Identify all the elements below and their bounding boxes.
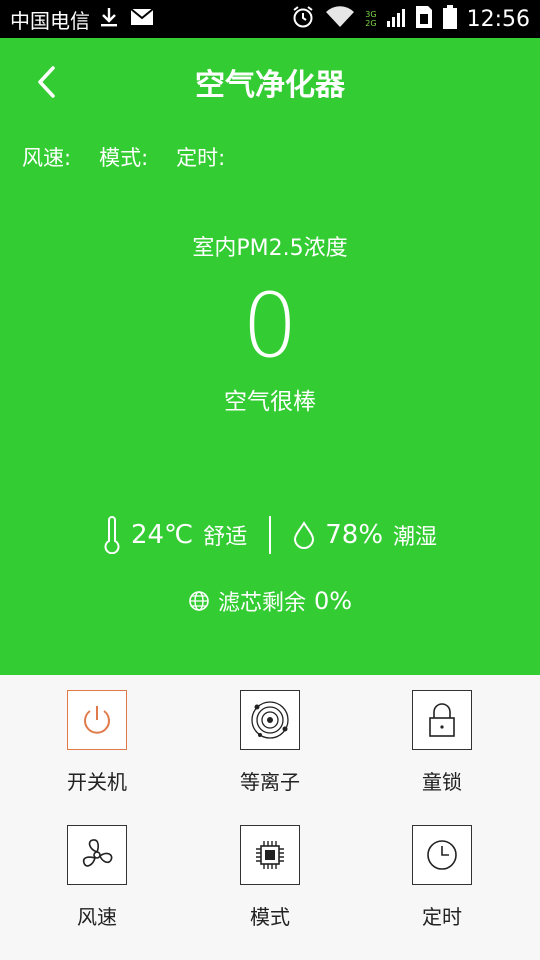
- control-grid: 开关机 等离子 童锁 风速 模式 定时: [0, 675, 540, 960]
- wifi-icon: [325, 6, 355, 32]
- pm-label: 室内PM2.5浓度: [192, 236, 348, 261]
- environment-row: 24℃ 舒适 78% 潮湿: [0, 516, 540, 554]
- clock-icon: [427, 840, 457, 870]
- power-icon: [84, 706, 110, 734]
- status-time: 12:56: [466, 6, 530, 32]
- ion-control[interactable]: 等离子: [200, 690, 340, 795]
- mode-label: 模式: [250, 905, 290, 929]
- timer-control[interactable]: 定时: [372, 825, 512, 930]
- alarm-icon: [291, 5, 315, 33]
- water-drop-icon: [294, 521, 315, 549]
- ion-icon: [251, 701, 289, 739]
- pm-value: 0: [242, 274, 298, 377]
- child-lock-label: 童锁: [422, 770, 462, 794]
- timer-label: 定时: [422, 905, 462, 929]
- timer-button[interactable]: [412, 825, 472, 885]
- power-control[interactable]: 开关机: [27, 690, 167, 795]
- temperature-item: 24℃ 舒适: [103, 516, 247, 554]
- wind-speed-label: 风速: [77, 905, 117, 929]
- power-button[interactable]: [67, 690, 127, 750]
- power-label: 开关机: [67, 770, 127, 794]
- status-bar: 中国电信 3G 2G 12:56: [0, 0, 540, 38]
- filter-label: 滤芯剩余: [217, 591, 306, 616]
- mode-button[interactable]: [240, 825, 300, 885]
- wind-speed-button[interactable]: [67, 825, 127, 885]
- fan-icon: [82, 839, 113, 867]
- timer-info: 定时:: [176, 146, 226, 170]
- wind-speed-control[interactable]: 风速: [27, 825, 167, 930]
- humidity-status: 潮湿: [393, 525, 438, 550]
- lock-icon: [429, 703, 455, 737]
- globe-icon: [189, 591, 209, 611]
- network-type: 3G 2G: [365, 10, 377, 28]
- ion-label: 等离子: [240, 770, 300, 794]
- sim-icon: [415, 5, 433, 33]
- chip-icon: [256, 841, 284, 869]
- carrier-name: 中国电信: [10, 8, 90, 33]
- ion-button[interactable]: [240, 690, 300, 750]
- page-title: 空气净化器: [195, 68, 345, 103]
- child-lock-control[interactable]: 童锁: [372, 690, 512, 795]
- mode-info: 模式:: [99, 146, 149, 170]
- humidity-item: 78% 潮湿: [293, 519, 437, 551]
- thermometer-icon: [104, 516, 120, 554]
- mode-control[interactable]: 模式: [200, 825, 340, 930]
- mail-icon: [130, 8, 154, 30]
- filter-row: 滤芯剩余 0%: [0, 585, 540, 617]
- child-lock-button[interactable]: [412, 690, 472, 750]
- filter-value: 0%: [313, 587, 353, 615]
- main-panel: 空气净化器 风速: 模式: 定时: 室内PM2.5浓度 0 空气很棒 24℃ 舒…: [0, 38, 540, 675]
- temperature-status: 舒适: [203, 525, 248, 550]
- env-divider: [269, 516, 272, 554]
- device-info-row: 风速: 模式: 定时:: [22, 142, 225, 172]
- temperature-value: 24℃: [130, 520, 194, 550]
- wind-speed-info: 风速:: [22, 146, 72, 170]
- download-icon: [100, 6, 118, 32]
- battery-icon: [442, 5, 457, 33]
- air-quality-status: 空气很棒: [224, 389, 316, 415]
- humidity-value: 78%: [325, 520, 384, 550]
- signal-icon: [386, 7, 405, 31]
